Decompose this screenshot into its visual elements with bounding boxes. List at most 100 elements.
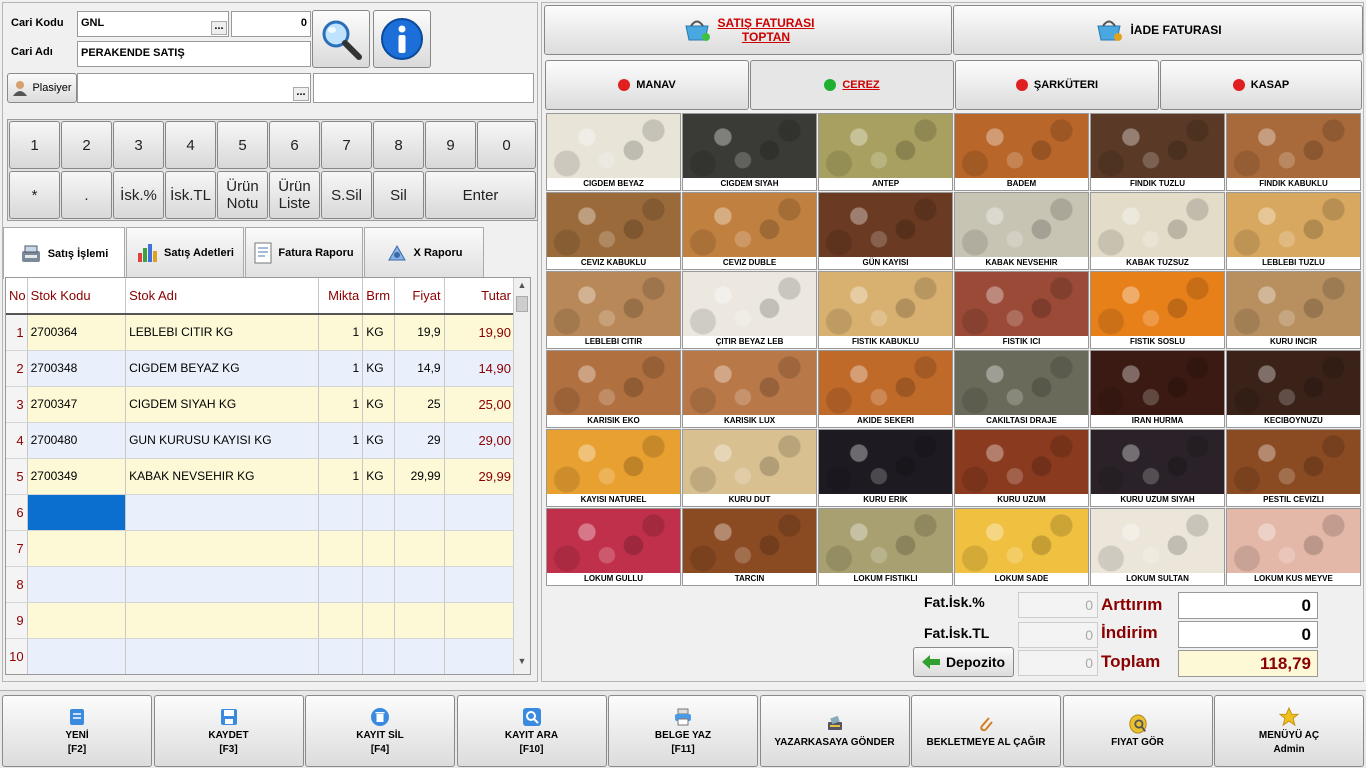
product-tile[interactable]: KARISIK LUX [682, 350, 817, 428]
cell-miktar[interactable]: 1 [318, 314, 364, 351]
key-7[interactable]: 7 [321, 121, 372, 169]
cell-miktar[interactable]: 1 [318, 458, 364, 495]
scroll-up-arrow-icon[interactable]: ▲ [516, 280, 528, 294]
cell-stok-adi[interactable]: CIGDEM BEYAZ KG [125, 350, 319, 387]
row-number[interactable]: 7 [6, 530, 28, 567]
cell-miktar[interactable]: 1 [318, 422, 364, 459]
toolbar-button-kayit-si-l[interactable]: KAYIT SİL [F4] [305, 695, 455, 767]
cell-tutar[interactable] [444, 638, 516, 674]
product-tile[interactable]: KAYISI NATUREL [546, 429, 681, 507]
product-tile[interactable]: LOKUM FISTIKLI [818, 508, 953, 586]
indirim-field[interactable]: 0 [1178, 621, 1318, 648]
arttirim-field[interactable]: 0 [1178, 592, 1318, 619]
info-button[interactable] [373, 10, 431, 68]
depozito-button[interactable]: Depozito [913, 647, 1014, 677]
cell-stok-kodu[interactable]: 2700364 [27, 314, 127, 351]
cell-stok-adi[interactable]: GUN KURUSU KAYISI KG [125, 422, 319, 459]
cell-stok-kodu[interactable]: 2700480 [27, 422, 127, 459]
cell-brm[interactable] [362, 530, 396, 567]
cell-fiyat[interactable] [394, 638, 445, 674]
search-customer-button[interactable] [312, 10, 370, 68]
cell-tutar[interactable] [444, 602, 516, 639]
key-urun-notu[interactable]: Ürün Notu [217, 171, 268, 219]
tab-satis-adetleri[interactable]: Satış Adetleri [126, 227, 244, 277]
product-tile[interactable]: FISTIK KABUKLU [818, 271, 953, 349]
key-urun-liste[interactable]: Ürün Liste [269, 171, 320, 219]
cell-miktar[interactable] [318, 602, 364, 639]
product-tile[interactable]: FISTIK SOSLU [1090, 271, 1225, 349]
cell-fiyat[interactable]: 25 [394, 386, 445, 423]
col-stok-adi[interactable]: Stok Adı [125, 278, 319, 315]
cari-number-field[interactable]: 0 [231, 11, 311, 37]
cell-tutar[interactable] [444, 566, 516, 603]
cell-brm[interactable]: KG [362, 314, 396, 351]
cell-fiyat[interactable]: 29 [394, 422, 445, 459]
cell-brm[interactable] [362, 638, 396, 674]
cell-brm[interactable] [362, 494, 396, 531]
table-row[interactable]: 3 2700347 CIGDEM SIYAH KG 1 KG 25 25,00 [6, 386, 516, 423]
key-0[interactable]: 0 [477, 121, 536, 169]
product-tile[interactable]: BADEM [954, 113, 1089, 191]
product-tile[interactable]: LOKUM SULTAN [1090, 508, 1225, 586]
table-row[interactable]: 2 2700348 CIGDEM BEYAZ KG 1 KG 14,9 14,90 [6, 350, 516, 387]
cell-tutar[interactable] [444, 530, 516, 567]
row-number[interactable]: 8 [6, 566, 28, 603]
toolbar-button-bekletmeye-al-çağir[interactable]: BEKLETMEYE AL ÇAĞIR [911, 695, 1061, 767]
toolbar-button-belge-yaz[interactable]: BELGE YAZ [F11] [608, 695, 758, 767]
table-row[interactable]: 1 2700364 LEBLEBI CITIR KG 1 KG 19,9 19,90 [6, 314, 516, 351]
key-8[interactable]: 8 [373, 121, 424, 169]
product-tile[interactable]: CEVIZ DUBLE [682, 192, 817, 270]
row-number[interactable]: 4 [6, 422, 28, 459]
product-tile[interactable]: KURU UZUM SIYAH [1090, 429, 1225, 507]
cell-miktar[interactable] [318, 566, 364, 603]
cell-stok-kodu[interactable] [27, 530, 127, 567]
cari-kodu-field[interactable]: GNL [77, 11, 229, 37]
cell-fiyat[interactable] [394, 494, 445, 531]
fat-isk-tl-field[interactable]: 0 [1018, 622, 1098, 648]
tab-fatura-raporu[interactable]: Fatura Raporu [245, 227, 363, 277]
cell-stok-kodu[interactable] [27, 602, 127, 639]
scroll-thumb[interactable] [516, 296, 528, 312]
product-tile[interactable]: KURU UZUM [954, 429, 1089, 507]
category-manav[interactable]: MANAV [545, 60, 749, 110]
toolbar-button-menüyü-aç[interactable]: MENÜYÜ AÇ Admin [1214, 695, 1364, 767]
grid-scrollbar[interactable]: ▲ ▼ [513, 278, 530, 674]
cari-kodu-lookup-button[interactable]: ... [211, 21, 227, 35]
cell-brm[interactable]: KG [362, 350, 396, 387]
product-tile[interactable]: KURU DUT [682, 429, 817, 507]
cell-tutar[interactable] [444, 494, 516, 531]
product-tile[interactable]: AKIDE SEKERI [818, 350, 953, 428]
product-tile[interactable]: TARCIN [682, 508, 817, 586]
row-number[interactable]: 5 [6, 458, 28, 495]
cell-stok-kodu[interactable] [27, 638, 127, 674]
cell-miktar[interactable] [318, 530, 364, 567]
row-number[interactable]: 10 [6, 638, 28, 674]
cell-miktar[interactable] [318, 638, 364, 674]
product-tile[interactable]: CIGDEM SIYAH [682, 113, 817, 191]
table-row[interactable]: 4 2700480 GUN KURUSU KAYISI KG 1 KG 29 29,00 [6, 422, 516, 459]
return-invoice-button[interactable]: İADE FATURASI [953, 5, 1363, 55]
cell-stok-adi[interactable]: LEBLEBI CITIR KG [125, 314, 319, 351]
key-multiply[interactable]: * [9, 171, 60, 219]
plasiyer-button[interactable]: Plasiyer [7, 73, 77, 103]
cell-brm[interactable]: KG [362, 458, 396, 495]
plasiyer-field[interactable] [77, 73, 311, 103]
product-tile[interactable]: ANTEP [818, 113, 953, 191]
cell-fiyat[interactable] [394, 602, 445, 639]
toolbar-button-yazarkasaya-gönder[interactable]: YAZARKASAYA GÖNDER [759, 695, 910, 767]
product-tile[interactable]: CEVIZ KABUKLU [546, 192, 681, 270]
cell-stok-adi[interactable] [125, 638, 319, 674]
product-tile[interactable]: PESTIL CEVIZLI [1226, 429, 1361, 507]
cell-brm[interactable] [362, 602, 396, 639]
product-tile[interactable]: GÜN KAYISI [818, 192, 953, 270]
cell-stok-adi[interactable] [125, 494, 319, 531]
col-stok-kodu[interactable]: Stok Kodu [27, 278, 127, 315]
key-2[interactable]: 2 [61, 121, 112, 169]
cell-miktar[interactable] [318, 494, 364, 531]
category-cerez[interactable]: CEREZ [750, 60, 954, 110]
product-tile[interactable]: KARISIK EKO [546, 350, 681, 428]
cell-fiyat[interactable] [394, 566, 445, 603]
key-4[interactable]: 4 [165, 121, 216, 169]
product-tile[interactable]: FISTIK ICI [954, 271, 1089, 349]
table-row[interactable]: 9 [6, 602, 516, 639]
